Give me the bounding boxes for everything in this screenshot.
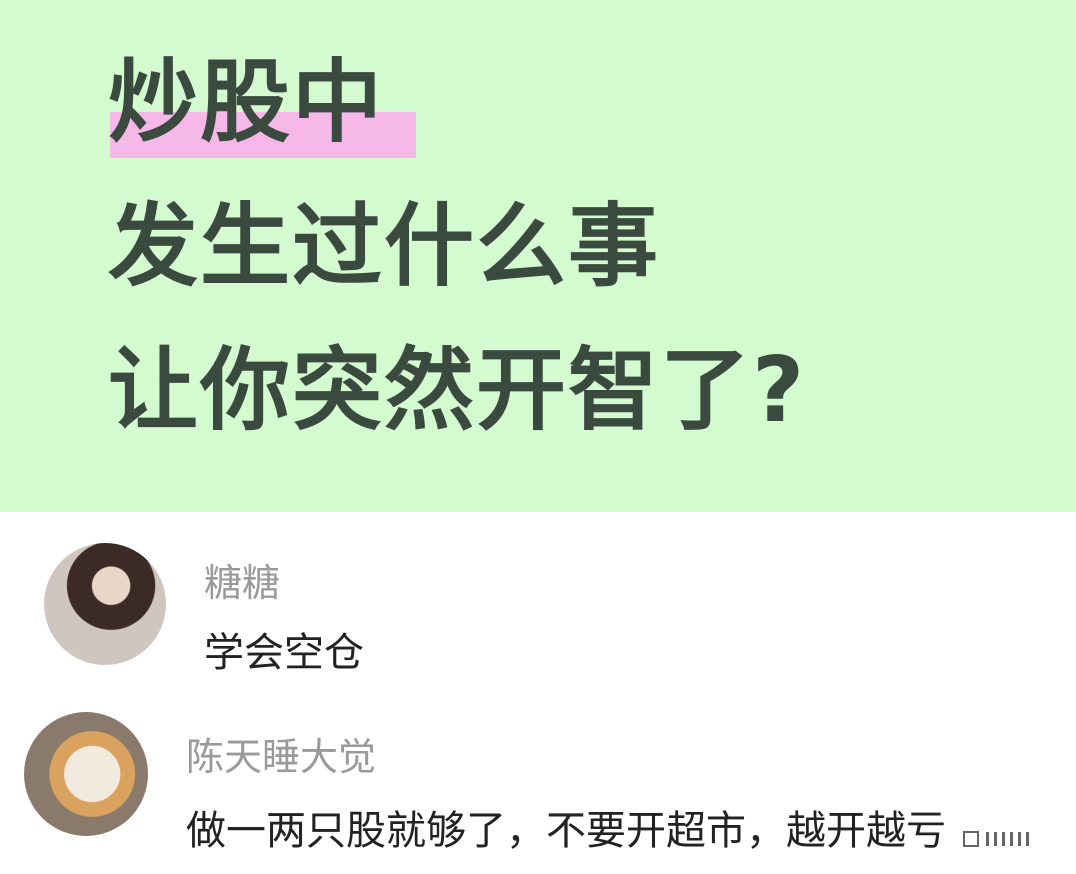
user-avatar[interactable]	[44, 543, 166, 665]
comment-item: 糖糖 学会空仓	[0, 540, 1076, 676]
watermark-overlay	[950, 822, 1054, 856]
watermark-icon	[963, 831, 1029, 847]
comment-username[interactable]: 糖糖	[204, 552, 280, 607]
comment-text: 学会空仓	[204, 630, 364, 676]
headline-line-3: 让你突然开智了?	[108, 338, 807, 443]
comment-item: 陈天睡大觉 做一两只股就够了，不要开超市，越开越亏	[0, 710, 1076, 854]
user-avatar[interactable]	[24, 712, 148, 836]
comment-text: 做一两只股就够了，不要开超市，越开越亏	[186, 808, 946, 854]
headline-line-2: 发生过什么事	[108, 194, 660, 299]
comment-username[interactable]: 陈天睡大觉	[186, 726, 376, 781]
headline-line-1: 炒股中	[108, 50, 384, 155]
question-banner: 炒股中 发生过什么事 让你突然开智了?	[0, 0, 1076, 512]
